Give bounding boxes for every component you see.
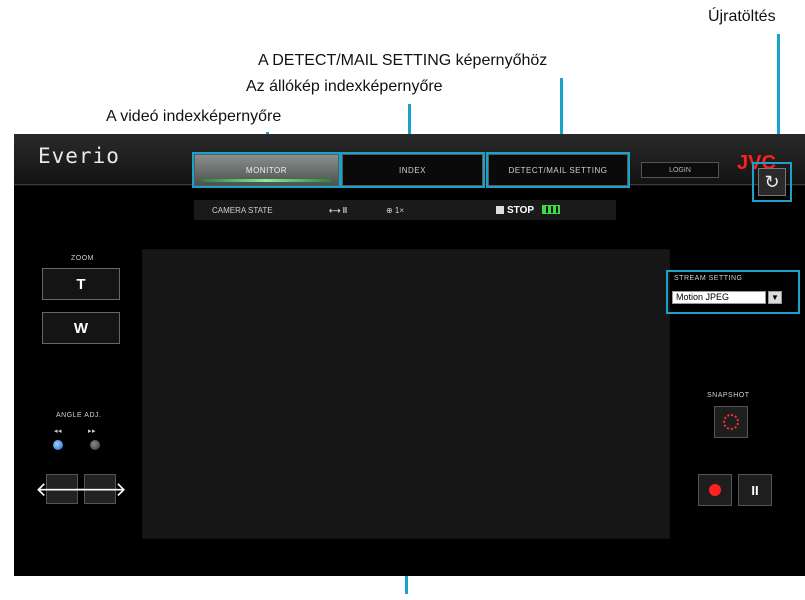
still-index-callout: Az állókép indexképernyőre bbox=[246, 78, 443, 95]
reload-callout: Újratöltés bbox=[708, 8, 776, 25]
zoom-wide-button[interactable]: W bbox=[42, 312, 120, 344]
pan-status: ⟷ II bbox=[329, 205, 348, 215]
snapshot-label: SNAPSHOT bbox=[707, 392, 750, 399]
angle-indicator-right bbox=[90, 440, 100, 450]
angle-adjust-label: ANGLE ADJ. bbox=[56, 412, 102, 419]
login-button[interactable]: LOGIN bbox=[641, 162, 719, 178]
tab-index-highlight bbox=[340, 152, 485, 188]
detect-mail-callout: A DETECT/MAIL SETTING képernyőhöz bbox=[258, 52, 548, 69]
zoom-tele-button[interactable]: T bbox=[42, 268, 120, 300]
angle-indicator-left bbox=[53, 440, 63, 450]
video-index-callout: A videó indexképernyőre bbox=[106, 108, 282, 125]
refresh-button[interactable]: ↻ bbox=[758, 168, 786, 196]
snapshot-button[interactable] bbox=[714, 406, 748, 438]
snapshot-icon bbox=[723, 414, 739, 430]
angle-right-label: ▸▸ bbox=[88, 428, 97, 435]
stop-square-icon bbox=[496, 206, 504, 214]
camera-state-label: CAMERA STATE bbox=[212, 205, 273, 215]
refresh-icon: ↻ bbox=[764, 171, 780, 192]
everio-logo: Everio bbox=[38, 144, 120, 168]
stop-label: STOP bbox=[507, 204, 535, 216]
pause-icon: II bbox=[751, 482, 759, 498]
refresh-highlight: ↻ bbox=[752, 162, 792, 202]
stream-setting-highlight bbox=[666, 270, 800, 314]
record-icon bbox=[709, 484, 721, 496]
camera-web-ui: Everio MONITOR INDEX DETECT/MAIL SETTING… bbox=[14, 134, 805, 576]
tab-detect-highlight bbox=[486, 152, 630, 188]
zoom-label: ZOOM bbox=[71, 255, 94, 262]
zoom-status: ⊕ 1× bbox=[386, 205, 405, 215]
pause-button[interactable]: II bbox=[738, 474, 772, 506]
battery-icon bbox=[542, 205, 560, 214]
record-button[interactable] bbox=[698, 474, 732, 506]
angle-right-button[interactable]: 🡒 bbox=[73, 474, 127, 504]
arrow-right-icon: 🡒 bbox=[73, 478, 127, 501]
tab-monitor-highlight bbox=[192, 152, 341, 188]
status-bar: CAMERA STATE ⟷ II ⊕ 1× STOP bbox=[194, 200, 616, 220]
angle-left-label: ◂◂ bbox=[54, 428, 63, 435]
video-frame bbox=[142, 249, 670, 539]
